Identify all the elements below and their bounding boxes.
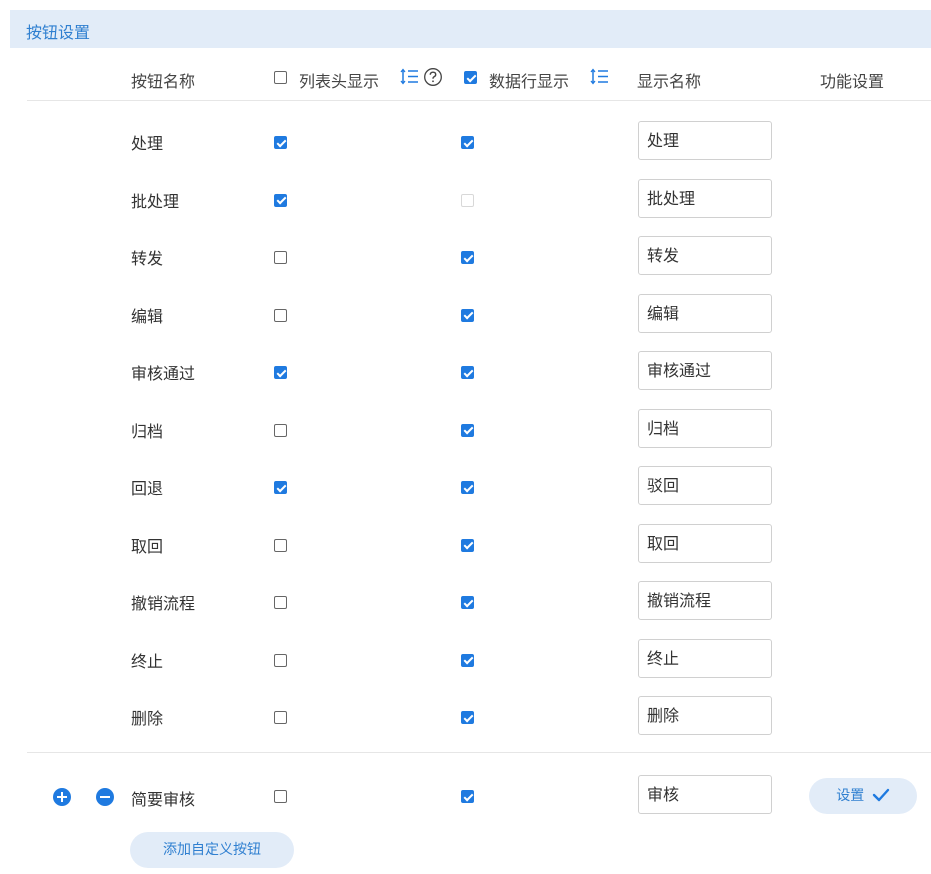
button-name: 撤销流程 [131,594,196,613]
display-name-input[interactable]: 驳回 [638,466,772,505]
button-name: 删除 [131,709,164,728]
button-name: 回退 [131,479,164,498]
list-header-checkbox[interactable] [274,136,287,149]
button-name: 归档 [131,421,164,441]
column-header-data-row: 数据行显示 [489,72,570,91]
column-header-name: 按钮名称 [131,72,196,91]
add-custom-button[interactable]: 添加自定义按钮 [130,832,294,868]
list-header-checkbox[interactable] [274,366,287,379]
list-header-checkbox[interactable] [274,653,287,667]
button-name: 处理 [131,134,164,153]
section-divider [27,752,931,753]
custom-display-name-input[interactable]: 审核 [638,775,772,814]
data-row-checkbox[interactable] [461,653,474,667]
button-name: 批处理 [131,191,180,211]
custom-list-header-checkbox[interactable] [274,790,287,803]
data-row-checkbox[interactable] [461,538,474,552]
data-row-checkbox[interactable] [461,193,474,207]
section-header: 按钮设置 [10,10,931,48]
display-name-input[interactable]: 批处理 [638,178,772,218]
display-name-input[interactable]: 归档 [638,408,772,448]
data-row-checkbox[interactable] [461,711,474,724]
data-row-checkbox[interactable] [461,481,474,494]
list-header-checkbox[interactable] [274,596,287,609]
display-name-input[interactable]: 转发 [638,236,772,275]
custom-button-name: 简要审核 [131,790,196,809]
button-name: 转发 [131,249,164,268]
button-name: 取回 [131,536,164,556]
list-header-checkbox[interactable] [274,251,287,264]
checkmark-icon [872,788,889,802]
column-header-display-name: 显示名称 [637,72,702,91]
data-row-checkbox[interactable] [461,596,474,609]
button-name: 终止 [131,651,164,671]
list-header-select-all-checkbox[interactable] [274,71,287,84]
list-header-checkbox[interactable] [274,308,287,322]
data-row-checkbox[interactable] [461,136,474,149]
display-name-input[interactable]: 删除 [638,696,772,735]
button-name: 审核通过 [131,364,196,383]
display-name-input[interactable]: 编辑 [638,293,772,333]
list-header-checkbox[interactable] [274,538,287,552]
list-header-checkbox[interactable] [274,193,287,207]
column-header-list-header: 列表头显示 [299,72,380,91]
settings-button[interactable]: 设置 [809,778,917,814]
help-icon[interactable] [423,67,443,87]
display-name-input[interactable]: 撤销流程 [638,581,772,620]
data-row-checkbox[interactable] [461,308,474,322]
sort-icon[interactable] [400,68,420,86]
list-header-checkbox[interactable] [274,481,287,494]
minus-circle-icon[interactable] [96,788,114,806]
data-row-checkbox[interactable] [461,251,474,264]
plus-circle-icon[interactable] [53,788,71,806]
data-row-select-all-checkbox[interactable] [464,71,477,84]
sort-icon[interactable] [590,68,610,86]
custom-data-row-checkbox[interactable] [461,790,474,803]
display-name-input[interactable]: 终止 [638,638,772,678]
display-name-input[interactable]: 审核通过 [638,351,772,390]
data-row-checkbox[interactable] [461,366,474,379]
display-name-input[interactable]: 处理 [638,121,772,160]
data-row-checkbox[interactable] [461,423,474,437]
button-name: 编辑 [131,306,164,326]
list-header-checkbox[interactable] [274,711,287,724]
header-divider [27,100,931,101]
add-custom-button-label: 添加自定义按钮 [163,842,261,858]
section-title: 按钮设置 [26,23,91,42]
settings-button-label: 设置 [836,788,865,804]
column-header-function: 功能设置 [820,72,885,91]
list-header-checkbox[interactable] [274,423,287,437]
display-name-input[interactable]: 取回 [638,523,772,563]
